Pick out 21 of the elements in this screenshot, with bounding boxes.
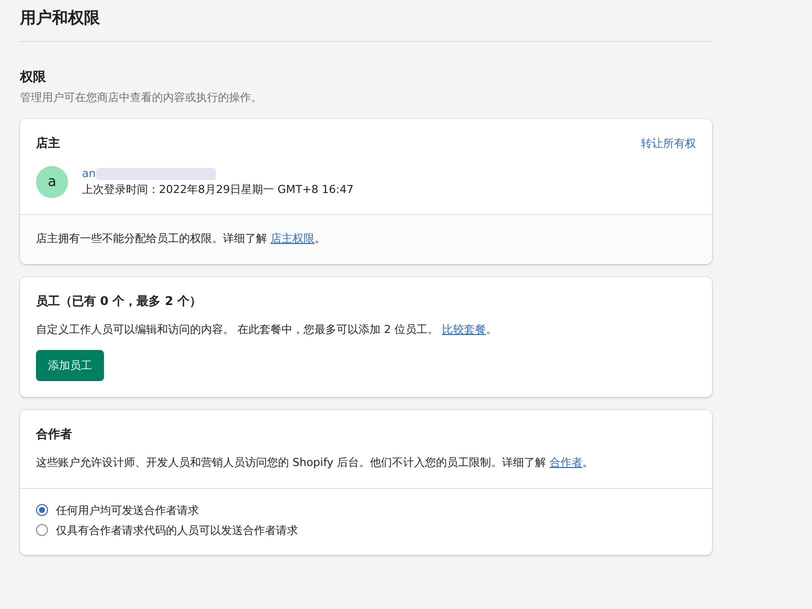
card-title: 员工（已有 0 个，最多 2 个） [36, 292, 202, 310]
description-text: 这些账户允许设计师、开发人员和营销人员访问您的 Shopify 后台。他们不计入您的员工限制。详细了解 合作者。 [36, 455, 594, 471]
owner-name-link[interactable]: an [82, 167, 96, 180]
avatar: a [36, 166, 68, 198]
radio-button[interactable] [36, 524, 48, 536]
radio-label: 任何用户均可发送合作者请求 [56, 502, 199, 518]
description-text: 店主拥有一些不能分配给员工的权限。详细了解 店主权限。 [36, 231, 326, 247]
radio-label: 仅具有合作者请求代码的人员可以发送合作者请求 [56, 522, 298, 538]
radio-button[interactable] [36, 504, 48, 516]
text-link[interactable]: 店主权限 [270, 232, 314, 245]
section-description: 管理用户可在您商店中查看的内容或执行的操作。 [20, 90, 263, 105]
section-title: 权限 [20, 69, 47, 86]
add-staff-button[interactable]: 添加员工 [36, 350, 104, 381]
card-title: 合作者 [36, 426, 73, 443]
description-text: 自定义工作人员可以编辑和访问的内容。 在此套餐中，您最多可以添加 2 位员工。 比较套餐。 [36, 322, 498, 338]
text-link[interactable]: 合作者 [549, 456, 582, 469]
page-title: 用户和权限 [20, 7, 101, 29]
transfer-ownership-link[interactable]: 转让所有权 [641, 136, 696, 151]
last-login-text: 上次登录时间：2022年8月29日星期一 GMT+8 16:47 [82, 182, 354, 197]
card-title: 店主 [36, 135, 60, 152]
text-link[interactable]: 比较套餐 [442, 322, 486, 336]
